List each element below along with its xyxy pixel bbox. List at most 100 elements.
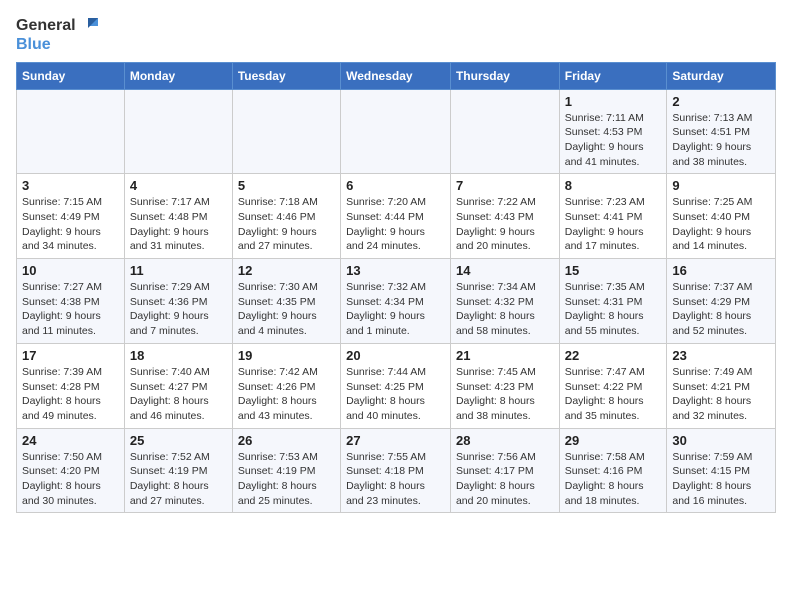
logo-blue: Blue — [16, 36, 51, 54]
calendar-cell: 4 Sunrise: 7:17 AMSunset: 4:48 PMDaylight… — [124, 174, 232, 259]
weekday-header: Saturday — [667, 62, 776, 89]
calendar-cell: 5 Sunrise: 7:18 AMSunset: 4:46 PMDaylight… — [232, 174, 340, 259]
day-number: 27 — [346, 433, 445, 448]
day-number: 16 — [672, 263, 770, 278]
day-info: Sunrise: 7:45 AMSunset: 4:23 PMDaylight:… — [456, 365, 554, 424]
day-number: 25 — [130, 433, 227, 448]
day-number: 4 — [130, 178, 227, 193]
day-number: 8 — [565, 178, 662, 193]
calendar-cell: 3 Sunrise: 7:15 AMSunset: 4:49 PMDaylight… — [17, 174, 125, 259]
logo-general: General — [16, 17, 76, 35]
day-info: Sunrise: 7:25 AMSunset: 4:40 PMDaylight:… — [672, 195, 770, 254]
day-number: 1 — [565, 94, 662, 109]
day-info: Sunrise: 7:17 AMSunset: 4:48 PMDaylight:… — [130, 195, 227, 254]
day-info: Sunrise: 7:47 AMSunset: 4:22 PMDaylight:… — [565, 365, 662, 424]
calendar-cell: 24 Sunrise: 7:50 AMSunset: 4:20 PMDayligh… — [17, 428, 125, 513]
weekday-header: Friday — [559, 62, 667, 89]
calendar-cell: 14 Sunrise: 7:34 AMSunset: 4:32 PMDayligh… — [450, 259, 559, 344]
calendar-cell: 13 Sunrise: 7:32 AMSunset: 4:34 PMDayligh… — [341, 259, 451, 344]
weekday-header-row: SundayMondayTuesdayWednesdayThursdayFrid… — [17, 62, 776, 89]
calendar-cell: 10Sunrise: 7:27 AMSunset: 4:38 PMDayligh… — [17, 259, 125, 344]
day-info: Sunrise: 7:20 AMSunset: 4:44 PMDaylight:… — [346, 195, 445, 254]
day-info: Sunrise: 7:56 AMSunset: 4:17 PMDaylight:… — [456, 450, 554, 509]
weekday-header: Sunday — [17, 62, 125, 89]
day-info: Sunrise: 7:11 AMSunset: 4:53 PMDaylight:… — [565, 111, 662, 170]
calendar-cell: 21 Sunrise: 7:45 AMSunset: 4:23 PMDayligh… — [450, 343, 559, 428]
calendar-cell: 22Sunrise: 7:47 AMSunset: 4:22 PMDayligh… — [559, 343, 667, 428]
day-info: Sunrise: 7:29 AMSunset: 4:36 PMDaylight:… — [130, 280, 227, 339]
day-number: 28 — [456, 433, 554, 448]
calendar-cell: 12 Sunrise: 7:30 AMSunset: 4:35 PMDayligh… — [232, 259, 340, 344]
day-number: 15 — [565, 263, 662, 278]
day-info: Sunrise: 7:30 AMSunset: 4:35 PMDaylight:… — [238, 280, 335, 339]
day-number: 26 — [238, 433, 335, 448]
day-info: Sunrise: 7:13 AMSunset: 4:51 PMDaylight:… — [672, 111, 770, 170]
day-info: Sunrise: 7:34 AMSunset: 4:32 PMDaylight:… — [456, 280, 554, 339]
day-number: 9 — [672, 178, 770, 193]
day-number: 7 — [456, 178, 554, 193]
day-info: Sunrise: 7:39 AMSunset: 4:28 PMDaylight:… — [22, 365, 119, 424]
calendar-week-row: 17Sunrise: 7:39 AMSunset: 4:28 PMDayligh… — [17, 343, 776, 428]
calendar-week-row: 10Sunrise: 7:27 AMSunset: 4:38 PMDayligh… — [17, 259, 776, 344]
calendar-table: SundayMondayTuesdayWednesdayThursdayFrid… — [16, 62, 776, 514]
day-info: Sunrise: 7:22 AMSunset: 4:43 PMDaylight:… — [456, 195, 554, 254]
day-info: Sunrise: 7:58 AMSunset: 4:16 PMDaylight:… — [565, 450, 662, 509]
day-info: Sunrise: 7:49 AMSunset: 4:21 PMDaylight:… — [672, 365, 770, 424]
day-info: Sunrise: 7:18 AMSunset: 4:46 PMDaylight:… — [238, 195, 335, 254]
day-info: Sunrise: 7:23 AMSunset: 4:41 PMDaylight:… — [565, 195, 662, 254]
day-number: 6 — [346, 178, 445, 193]
calendar-cell: 25 Sunrise: 7:52 AMSunset: 4:19 PMDayligh… — [124, 428, 232, 513]
calendar-week-row: 3 Sunrise: 7:15 AMSunset: 4:49 PMDaylight… — [17, 174, 776, 259]
day-info: Sunrise: 7:50 AMSunset: 4:20 PMDaylight:… — [22, 450, 119, 509]
calendar-cell: 1 Sunrise: 7:11 AMSunset: 4:53 PMDaylight… — [559, 89, 667, 174]
day-info: Sunrise: 7:42 AMSunset: 4:26 PMDaylight:… — [238, 365, 335, 424]
day-number: 29 — [565, 433, 662, 448]
calendar-cell: 6 Sunrise: 7:20 AMSunset: 4:44 PMDaylight… — [341, 174, 451, 259]
day-info: Sunrise: 7:40 AMSunset: 4:27 PMDaylight:… — [130, 365, 227, 424]
calendar-week-row: 24 Sunrise: 7:50 AMSunset: 4:20 PMDayligh… — [17, 428, 776, 513]
calendar-cell: 20 Sunrise: 7:44 AMSunset: 4:25 PMDayligh… — [341, 343, 451, 428]
weekday-header: Thursday — [450, 62, 559, 89]
calendar-cell: 30Sunrise: 7:59 AMSunset: 4:15 PMDayligh… — [667, 428, 776, 513]
calendar-cell: 23 Sunrise: 7:49 AMSunset: 4:21 PMDayligh… — [667, 343, 776, 428]
day-info: Sunrise: 7:15 AMSunset: 4:49 PMDaylight:… — [22, 195, 119, 254]
day-number: 2 — [672, 94, 770, 109]
day-number: 18 — [130, 348, 227, 363]
calendar-cell: 27 Sunrise: 7:55 AMSunset: 4:18 PMDayligh… — [341, 428, 451, 513]
calendar-cell: 19Sunrise: 7:42 AMSunset: 4:26 PMDayligh… — [232, 343, 340, 428]
day-number: 10 — [22, 263, 119, 278]
day-info: Sunrise: 7:55 AMSunset: 4:18 PMDaylight:… — [346, 450, 445, 509]
day-info: Sunrise: 7:35 AMSunset: 4:31 PMDaylight:… — [565, 280, 662, 339]
day-info: Sunrise: 7:32 AMSunset: 4:34 PMDaylight:… — [346, 280, 445, 339]
page-header: General Blue — [16, 16, 776, 54]
calendar-cell: 9 Sunrise: 7:25 AMSunset: 4:40 PMDaylight… — [667, 174, 776, 259]
day-number: 13 — [346, 263, 445, 278]
day-number: 12 — [238, 263, 335, 278]
calendar-cell: 29 Sunrise: 7:58 AMSunset: 4:16 PMDayligh… — [559, 428, 667, 513]
day-number: 20 — [346, 348, 445, 363]
day-info: Sunrise: 7:44 AMSunset: 4:25 PMDaylight:… — [346, 365, 445, 424]
weekday-header: Monday — [124, 62, 232, 89]
calendar-cell: 11 Sunrise: 7:29 AMSunset: 4:36 PMDayligh… — [124, 259, 232, 344]
day-number: 3 — [22, 178, 119, 193]
day-number: 5 — [238, 178, 335, 193]
day-info: Sunrise: 7:52 AMSunset: 4:19 PMDaylight:… — [130, 450, 227, 509]
day-number: 21 — [456, 348, 554, 363]
calendar-cell: 18 Sunrise: 7:40 AMSunset: 4:27 PMDayligh… — [124, 343, 232, 428]
day-number: 24 — [22, 433, 119, 448]
calendar-cell: 17Sunrise: 7:39 AMSunset: 4:28 PMDayligh… — [17, 343, 125, 428]
calendar-week-row: 1 Sunrise: 7:11 AMSunset: 4:53 PMDaylight… — [17, 89, 776, 174]
day-number: 23 — [672, 348, 770, 363]
day-number: 11 — [130, 263, 227, 278]
calendar-cell: 8 Sunrise: 7:23 AMSunset: 4:41 PMDaylight… — [559, 174, 667, 259]
calendar-cell — [341, 89, 451, 174]
day-info: Sunrise: 7:37 AMSunset: 4:29 PMDaylight:… — [672, 280, 770, 339]
calendar-cell — [232, 89, 340, 174]
day-number: 14 — [456, 263, 554, 278]
calendar-cell: 15 Sunrise: 7:35 AMSunset: 4:31 PMDayligh… — [559, 259, 667, 344]
calendar-cell — [17, 89, 125, 174]
day-info: Sunrise: 7:53 AMSunset: 4:19 PMDaylight:… — [238, 450, 335, 509]
calendar-cell: 16 Sunrise: 7:37 AMSunset: 4:29 PMDayligh… — [667, 259, 776, 344]
logo-bird-icon — [78, 16, 98, 36]
calendar-cell: 7 Sunrise: 7:22 AMSunset: 4:43 PMDaylight… — [450, 174, 559, 259]
